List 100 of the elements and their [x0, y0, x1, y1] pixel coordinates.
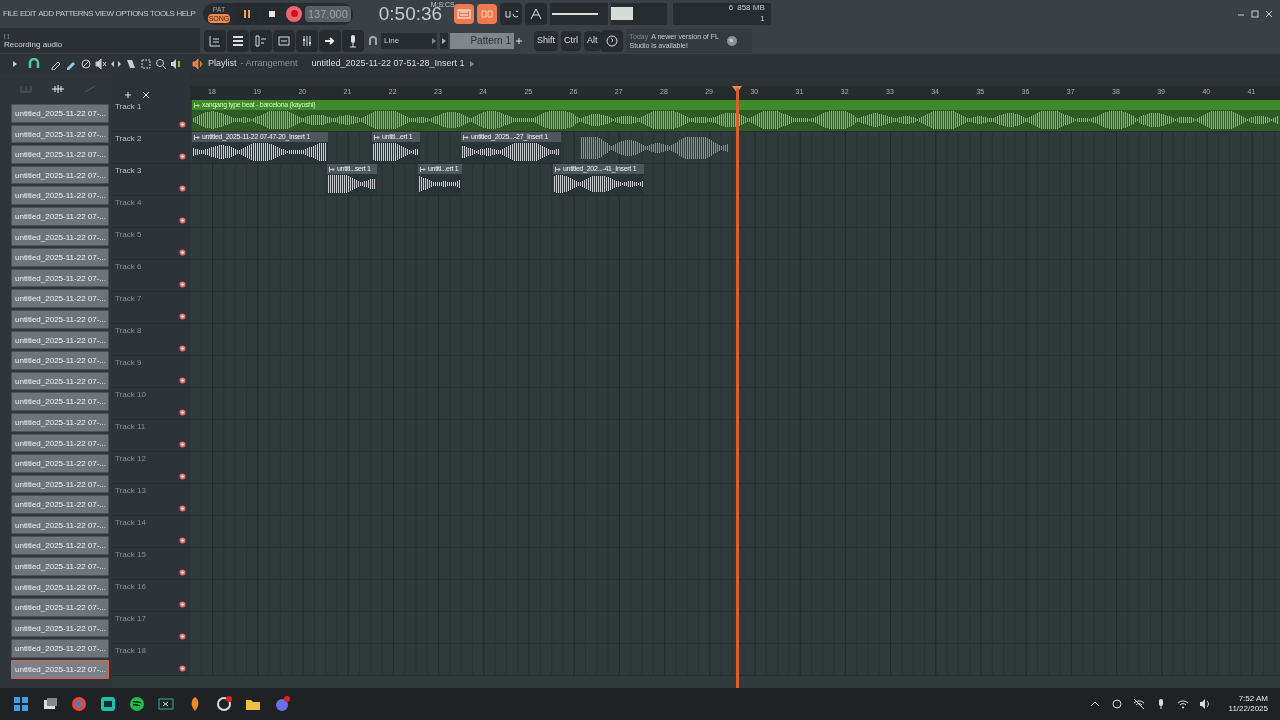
browser-item[interactable]: untitled_2025-11-22 07-...: [11, 660, 109, 679]
browser-item[interactable]: untitled_2025-11-22 07-...: [11, 433, 109, 453]
speaker-off-icon[interactable]: [95, 58, 107, 70]
track-header[interactable]: Track 8: [112, 324, 190, 356]
track-header[interactable]: Track 18: [112, 644, 190, 676]
track-mute-icon[interactable]: [179, 313, 186, 320]
modifier-key-button[interactable]: Ctrl: [561, 30, 581, 51]
track-mute-icon[interactable]: [179, 409, 186, 416]
browser-item[interactable]: untitled_2025-11-22 07-...: [11, 577, 109, 597]
browser-item[interactable]: untitled_2025-11-22 07-...: [11, 371, 109, 391]
track-header[interactable]: Track 10: [112, 388, 190, 420]
track-header[interactable]: Track 6: [112, 260, 190, 292]
browser-item[interactable]: untitled_2025-11-22 07-...: [11, 412, 109, 432]
track-header[interactable]: Track 17: [112, 612, 190, 644]
track-header[interactable]: Track 11: [112, 420, 190, 452]
record-button[interactable]: [286, 5, 302, 22]
track-header[interactable]: Track 16: [112, 580, 190, 612]
typing-keyboard-icon[interactable]: [453, 3, 474, 24]
track-header[interactable]: Track 3: [112, 164, 190, 196]
browser-item[interactable]: untitled_2025-11-22 07-...: [11, 330, 109, 350]
browser-item[interactable]: untitled_2025-11-22 07-...: [11, 206, 109, 226]
browser-item[interactable]: untitled_2025-11-22 07-...: [11, 598, 109, 617]
menu-item[interactable]: PATTERNS: [55, 7, 93, 20]
track-mute-icon[interactable]: [179, 473, 186, 480]
browser-item[interactable]: untitled_2025-11-22 07-...: [11, 165, 109, 185]
clock-time[interactable]: 7:52 AM: [1238, 694, 1268, 704]
step-edit-icon[interactable]: [476, 3, 497, 24]
browser-item[interactable]: untitled_2025-11-22 07-...: [11, 351, 109, 370]
media-app-icon[interactable]: [215, 695, 233, 713]
browser-item[interactable]: untitled_2025-11-22 07-...: [11, 145, 109, 164]
clock-date[interactable]: 11/22/2025: [1228, 704, 1268, 714]
terminal-icon[interactable]: [157, 695, 175, 713]
modifier-key-button[interactable]: Shift: [534, 30, 558, 51]
master-volume-slider[interactable]: [549, 2, 608, 25]
channel-rack-icon[interactable]: [227, 29, 249, 52]
track-mute-icon[interactable]: [179, 601, 186, 608]
globe-icon[interactable]: [725, 34, 738, 47]
maximize-icon[interactable]: [1250, 8, 1260, 19]
track-header[interactable]: Track 5: [112, 228, 190, 260]
mute-tool-icon[interactable]: [80, 58, 92, 70]
clip-menu-icon[interactable]: [329, 166, 335, 172]
browser-item[interactable]: untitled_2025-11-22 07-...: [11, 454, 109, 473]
browser-item[interactable]: untitled_2025-11-22 07-...: [11, 495, 109, 514]
menu-item[interactable]: FILE: [3, 7, 18, 20]
slip-icon[interactable]: [110, 58, 122, 70]
track-mute-icon[interactable]: [179, 345, 186, 352]
track-header[interactable]: Track 15: [112, 548, 190, 580]
wifi-icon[interactable]: [1176, 698, 1189, 710]
menu-item[interactable]: EDIT: [19, 7, 37, 20]
tempo-field[interactable]: 137.000: [305, 5, 351, 22]
music-app-icon[interactable]: [128, 695, 146, 713]
microphone-icon[interactable]: [342, 29, 364, 52]
browser-item[interactable]: untitled_2025-11-22 07-...: [11, 104, 109, 123]
track-mute-icon[interactable]: [179, 249, 186, 256]
piano-roll-icon[interactable]: [250, 29, 272, 52]
track-header[interactable]: Track 9: [112, 356, 190, 388]
browser-item[interactable]: untitled_2025-11-22 07-...: [11, 474, 109, 494]
browser-item[interactable]: untitled_2025-11-22 07-...: [11, 289, 109, 308]
network-off-icon[interactable]: [1132, 698, 1145, 710]
playback-icon[interactable]: [170, 58, 182, 70]
track-header[interactable]: Track 1: [112, 100, 190, 132]
clip-menu-icon[interactable]: [555, 166, 561, 172]
menu-item[interactable]: VIEW: [95, 7, 114, 20]
menu-item[interactable]: TOOLS: [150, 7, 175, 20]
browser-item[interactable]: untitled_2025-11-22 07-...: [11, 515, 109, 535]
track-header[interactable]: Track 4: [112, 196, 190, 228]
browser-item[interactable]: untitled_2025-11-22 07-...: [11, 186, 109, 205]
magnet-icon[interactable]: [28, 58, 40, 70]
track-mute-icon[interactable]: [179, 281, 186, 288]
browser-item[interactable]: untitled_2025-11-22 07-...: [11, 618, 109, 638]
browser-item[interactable]: untitled_2025-11-22 07-...: [11, 392, 109, 411]
track-mute-icon[interactable]: [179, 633, 186, 640]
browser-item[interactable]: untitled_2025-11-22 07-...: [11, 557, 109, 576]
track-mute-icon[interactable]: [179, 217, 186, 224]
menu-item[interactable]: OPTIONS: [115, 7, 148, 20]
mixer-icon[interactable]: [296, 29, 318, 52]
track-mute-icon[interactable]: [179, 121, 186, 128]
volume-icon[interactable]: [1198, 698, 1211, 710]
track-mute-icon[interactable]: [179, 441, 186, 448]
track-mute-icon[interactable]: [179, 185, 186, 192]
browser-item[interactable]: untitled_2025-11-22 07-...: [11, 309, 109, 329]
help-hint-icon[interactable]: [600, 29, 623, 52]
waveform-icon[interactable]: [51, 84, 65, 94]
remove-track-icon[interactable]: [142, 91, 150, 99]
track-header[interactable]: Track 2: [112, 132, 190, 164]
track-mute-icon[interactable]: [179, 153, 186, 160]
close-icon[interactable]: [1264, 8, 1274, 19]
browser-item[interactable]: untitled_2025-11-22 07-...: [11, 268, 109, 288]
browser-icon[interactable]: [70, 695, 88, 713]
browser-item[interactable]: untitled_2025-11-22 07-...: [11, 639, 109, 659]
browser-item[interactable]: untitled_2025-11-22 07-...: [11, 227, 109, 247]
zoom-icon[interactable]: [155, 58, 167, 70]
browser-item[interactable]: untitled_2025-11-22 07-...: [11, 536, 109, 556]
select-icon[interactable]: [140, 58, 152, 70]
browser-icon[interactable]: [273, 29, 295, 52]
playlist-icon[interactable]: [204, 29, 226, 52]
add-track-icon[interactable]: [124, 91, 132, 99]
clip-menu-icon[interactable]: [194, 102, 200, 108]
pattern-selector[interactable]: Pattern 1: [450, 32, 514, 49]
clip-menu-icon[interactable]: [374, 134, 380, 140]
